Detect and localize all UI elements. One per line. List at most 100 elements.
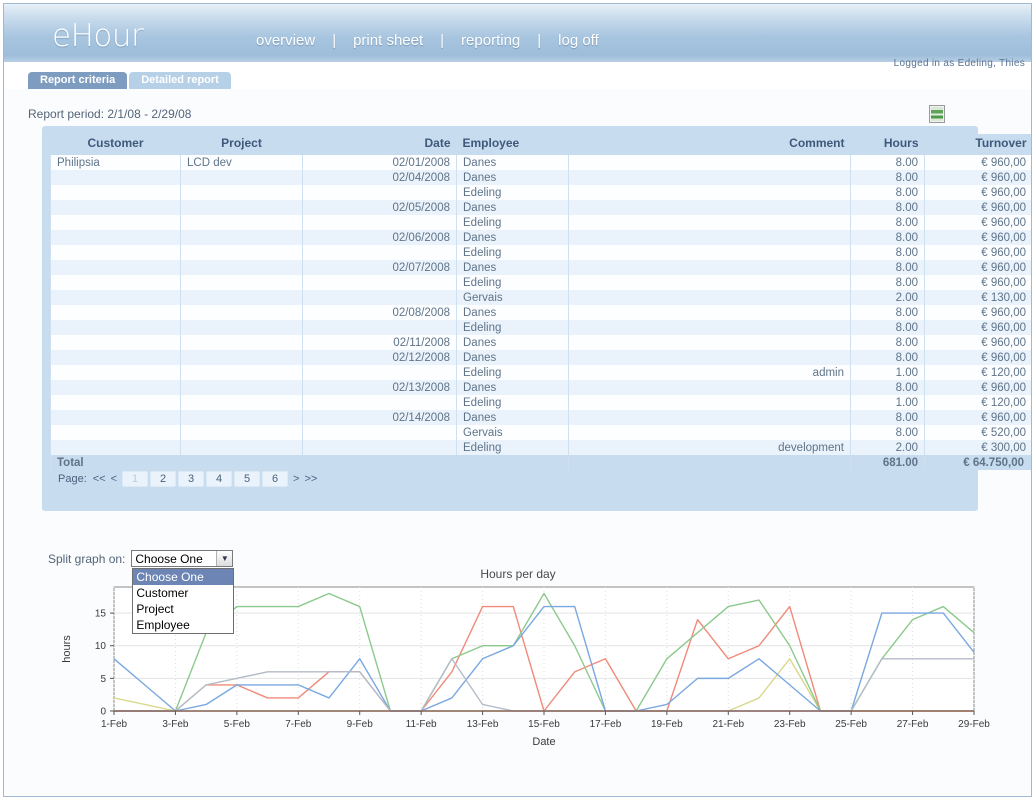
y-tick-label: 15: [95, 609, 107, 620]
tab-report-criteria[interactable]: Report criteria: [28, 72, 127, 89]
pagination-page-6[interactable]: 6: [262, 471, 288, 487]
total-hours: 681.00: [851, 455, 925, 470]
cell-employee: Gervais: [457, 425, 569, 440]
split-graph-option-choose-one[interactable]: Choose One: [133, 569, 233, 585]
cell-date: [303, 425, 457, 440]
table-row: PhilipsiaLCD dev02/01/2008Danes8.00€ 960…: [51, 155, 1033, 170]
table-row: Edelingdevelopment2.00€ 300,00: [51, 440, 1033, 455]
cell-project: [181, 230, 303, 245]
x-tick-label: 27-Feb: [897, 719, 929, 730]
cell-comment: [569, 305, 851, 320]
total-label: Total: [51, 455, 569, 470]
cell-project: [181, 245, 303, 260]
table-row: Edeling8.00€ 960,00: [51, 185, 1033, 200]
table-row: Edeling8.00€ 960,00: [51, 275, 1033, 290]
table-row: Edeling1.00€ 120,00: [51, 395, 1033, 410]
column-header-turnover[interactable]: Turnover: [925, 134, 1033, 155]
split-graph-select[interactable]: Choose One ▼ Choose OneCustomerProjectEm…: [131, 550, 233, 567]
pagination-page-2[interactable]: 2: [150, 471, 176, 487]
cell-hours: 8.00: [851, 245, 925, 260]
pagination-last[interactable]: >>: [303, 473, 318, 485]
column-header-employee[interactable]: Employee: [457, 134, 569, 155]
x-tick-label: 3-Feb: [162, 719, 189, 730]
cell-customer: [51, 230, 181, 245]
cell-employee: Danes: [457, 335, 569, 350]
column-header-customer[interactable]: Customer: [51, 134, 181, 155]
y-axis-label: hours: [61, 635, 73, 663]
table-row: 02/12/2008Danes8.00€ 960,00: [51, 350, 1033, 365]
detailed-report-panel: Customer Project Date Employee Comment H…: [42, 126, 978, 511]
cell-turnover: € 960,00: [925, 185, 1033, 200]
cell-project: [181, 275, 303, 290]
cell-turnover: € 960,00: [925, 155, 1033, 170]
column-header-comment[interactable]: Comment: [569, 134, 851, 155]
cell-hours: 8.00: [851, 185, 925, 200]
cell-project: [181, 215, 303, 230]
cell-customer: [51, 290, 181, 305]
cell-employee: Danes: [457, 380, 569, 395]
cell-hours: 8.00: [851, 320, 925, 335]
cell-date: [303, 185, 457, 200]
app-logo: eHour: [52, 18, 143, 54]
pagination-first[interactable]: <<: [92, 473, 107, 485]
cell-turnover: € 960,00: [925, 320, 1033, 335]
table-row: 02/07/2008Danes8.00€ 960,00: [51, 260, 1033, 275]
split-graph-option-customer[interactable]: Customer: [133, 585, 233, 601]
cell-comment: [569, 350, 851, 365]
table-row: 02/05/2008Danes8.00€ 960,00: [51, 200, 1033, 215]
cell-comment: [569, 185, 851, 200]
column-header-hours[interactable]: Hours: [851, 134, 925, 155]
cell-comment: [569, 260, 851, 275]
cell-employee: Danes: [457, 230, 569, 245]
x-tick-label: 1-Feb: [101, 719, 128, 730]
cell-turnover: € 300,00: [925, 440, 1033, 455]
cell-employee: Edeling: [457, 365, 569, 380]
tab-detailed-report[interactable]: Detailed report: [129, 72, 231, 89]
cell-customer: [51, 440, 181, 455]
nav-link-reporting[interactable]: reporting: [459, 32, 522, 49]
cell-project: [181, 395, 303, 410]
cell-turnover: € 960,00: [925, 380, 1033, 395]
cell-comment: admin: [569, 365, 851, 380]
cell-date: [303, 320, 457, 335]
cell-comment: [569, 230, 851, 245]
cell-hours: 8.00: [851, 275, 925, 290]
cell-comment: [569, 395, 851, 410]
pagination-next[interactable]: >: [292, 473, 300, 485]
nav-link-print-sheet[interactable]: print sheet: [351, 32, 425, 49]
nav-link-log-off[interactable]: log off: [556, 32, 601, 49]
cell-customer: [51, 410, 181, 425]
cell-turnover: € 960,00: [925, 410, 1033, 425]
cell-customer: Philipsia: [51, 155, 181, 170]
split-graph-option-project[interactable]: Project: [133, 601, 233, 617]
cell-customer: [51, 395, 181, 410]
column-header-date[interactable]: Date: [303, 134, 457, 155]
pagination-page-3[interactable]: 3: [178, 471, 204, 487]
chevron-down-icon[interactable]: ▼: [216, 551, 232, 566]
cell-comment: [569, 170, 851, 185]
pagination-page-4[interactable]: 4: [206, 471, 232, 487]
cell-comment: [569, 275, 851, 290]
pagination-prev[interactable]: <: [110, 473, 118, 485]
nav-link-overview[interactable]: overview: [254, 32, 317, 49]
cell-employee: Edeling: [457, 275, 569, 290]
cell-date: [303, 440, 457, 455]
x-tick-label: 19-Feb: [651, 719, 683, 730]
cell-hours: 8.00: [851, 170, 925, 185]
table-row: 02/14/2008Danes8.00€ 960,00: [51, 410, 1033, 425]
split-graph-option-employee[interactable]: Employee: [133, 617, 233, 633]
cell-comment: [569, 335, 851, 350]
cell-hours: 8.00: [851, 305, 925, 320]
split-graph-selected-value: Choose One: [132, 552, 216, 566]
cell-date: [303, 245, 457, 260]
column-header-project[interactable]: Project: [181, 134, 303, 155]
pagination-page-1[interactable]: 1: [122, 471, 148, 487]
pagination-page-5[interactable]: 5: [234, 471, 260, 487]
x-tick-label: 25-Feb: [835, 719, 867, 730]
split-graph-label: Split graph on:: [48, 552, 125, 566]
excel-export-icon[interactable]: [929, 105, 945, 123]
report-table-body: PhilipsiaLCD dev02/01/2008Danes8.00€ 960…: [51, 155, 1033, 470]
x-axis-label: Date: [532, 736, 555, 748]
table-total-row: Total681.00€ 64.750,00: [51, 455, 1033, 470]
table-row: 02/08/2008Danes8.00€ 960,00: [51, 305, 1033, 320]
